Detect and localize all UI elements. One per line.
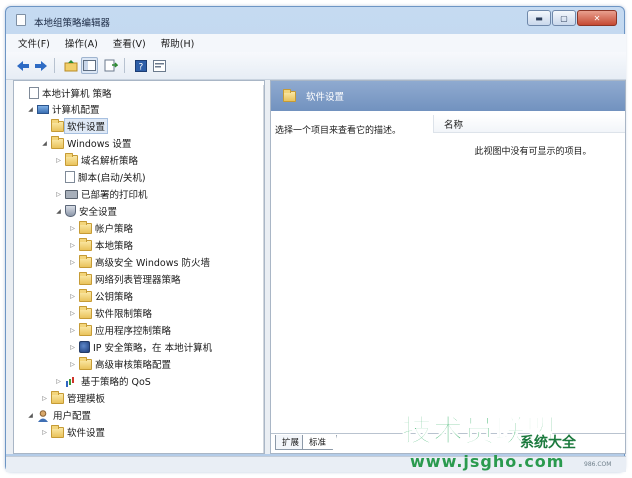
expand-arrow-icon[interactable]: ▷: [40, 395, 49, 402]
folder-icon: [79, 220, 92, 234]
folder-icon: [79, 288, 92, 302]
menu-action[interactable]: 操作(A): [65, 36, 98, 50]
tree-item-advanced-audit[interactable]: ▷ 高级审核策略配置: [68, 356, 171, 372]
collapse-arrow-icon[interactable]: ◢: [54, 208, 63, 215]
tree-item-software-settings[interactable]: 软件设置: [40, 118, 109, 134]
close-button[interactable]: ✕: [577, 10, 617, 26]
up-folder-icon[interactable]: [62, 57, 79, 74]
expand-arrow-icon[interactable]: ▷: [68, 344, 77, 351]
tab-standard[interactable]: 标准: [302, 435, 338, 450]
tree-item-software-restriction[interactable]: ▷ 软件限制策略: [68, 305, 152, 321]
expand-arrow-icon[interactable]: ▷: [68, 242, 77, 249]
computer-icon: [37, 104, 49, 114]
menu-help[interactable]: 帮助(H): [161, 36, 195, 50]
tree-item-computer-config[interactable]: ◢ 计算机配置: [26, 101, 100, 117]
collapse-arrow-icon[interactable]: ◢: [26, 106, 35, 113]
tree-item-deployed-printers[interactable]: ▷ 已部署的打印机: [54, 186, 148, 202]
ip-security-icon: [79, 341, 90, 353]
status-bar: [6, 456, 626, 472]
folder-icon: [79, 254, 92, 268]
tree-item-app-control-policy[interactable]: ▷ 应用程序控制策略: [68, 322, 171, 338]
tree-item-ip-security-policy[interactable]: ▷ IP 安全策略，在 本地计算机: [68, 339, 212, 355]
expand-arrow-icon[interactable]: ▷: [54, 378, 63, 385]
tree-scrollbar[interactable]: [263, 85, 264, 453]
folder-icon: [51, 424, 64, 438]
expand-arrow-icon[interactable]: ▷: [68, 361, 77, 368]
detail-title: 软件设置: [306, 92, 345, 103]
content-area: 本地计算机 策略 ◢ 计算机配置 软件设置 ◢ Windows 设置 ▷ 域名解…: [6, 80, 626, 454]
expand-arrow-icon[interactable]: ▷: [40, 429, 49, 436]
script-doc-icon: [65, 171, 75, 183]
printer-icon: [65, 189, 78, 199]
tree-item-user-config[interactable]: ◢ 用户配置: [26, 407, 91, 423]
svg-text:?: ?: [138, 62, 143, 72]
user-icon: [37, 409, 50, 422]
collapse-arrow-icon[interactable]: ◢: [26, 412, 35, 419]
menu-bar: 文件(F) 操作(A) 查看(V) 帮助(H): [6, 34, 626, 52]
show-tree-icon[interactable]: [81, 57, 98, 74]
expand-arrow-icon[interactable]: ▷: [68, 310, 77, 317]
toolbar: ?: [6, 52, 626, 80]
folder-icon: [79, 322, 92, 336]
expand-arrow-icon[interactable]: ▷: [54, 157, 63, 164]
folder-icon: [51, 135, 64, 149]
tree-item-name-resolution-policy[interactable]: ▷ 域名解析策略: [54, 152, 138, 168]
expand-arrow-icon[interactable]: ▷: [68, 327, 77, 334]
detail-pane: 软件设置 选择一个项目来查看它的描述。 名称 此视图中没有可显示的项目。 扩展 …: [270, 80, 626, 454]
help-icon[interactable]: ?: [132, 57, 149, 74]
collapse-arrow-icon[interactable]: ◢: [40, 140, 49, 147]
maximize-button[interactable]: ▢: [552, 10, 576, 26]
tree-item-admin-templates[interactable]: ▷ 管理模板: [40, 390, 105, 406]
tree-item-local-policy[interactable]: ▷ 本地策略: [68, 237, 133, 253]
folder-icon: [79, 237, 92, 251]
menu-view[interactable]: 查看(V): [113, 36, 146, 50]
folder-icon: [283, 88, 296, 102]
back-arrow-icon[interactable]: [14, 57, 31, 74]
export-list-icon[interactable]: [102, 57, 119, 74]
tree-item-firewall[interactable]: ▷ 高级安全 Windows 防火墙: [68, 254, 210, 270]
minimize-button[interactable]: ▬: [527, 10, 551, 26]
forward-arrow-icon[interactable]: [32, 57, 49, 74]
properties-icon[interactable]: [151, 57, 168, 74]
policy-editor-icon: [16, 14, 26, 26]
expand-arrow-icon[interactable]: ▷: [68, 293, 77, 300]
expand-arrow-icon[interactable]: ▷: [54, 191, 63, 198]
window-title: 本地组策略编辑器: [34, 18, 111, 29]
view-tabs: 扩展 标准: [271, 433, 625, 453]
column-header-name[interactable]: 名称: [433, 115, 625, 133]
expand-arrow-icon[interactable]: ▷: [68, 259, 77, 266]
description-text: 选择一个项目来查看它的描述。: [275, 126, 402, 136]
tree-pane[interactable]: 本地计算机 策略 ◢ 计算机配置 软件设置 ◢ Windows 设置 ▷ 域名解…: [13, 80, 265, 454]
folder-icon: [79, 356, 92, 370]
expand-arrow-icon[interactable]: ▷: [68, 225, 77, 232]
tree-item-scripts[interactable]: 脚本(启动/关机): [54, 169, 146, 185]
title-bar[interactable]: 本地组策略编辑器 ▬ ▢ ✕: [6, 7, 624, 33]
tree-item-security-settings[interactable]: ◢ 安全设置: [54, 203, 117, 219]
menu-file[interactable]: 文件(F): [18, 36, 50, 50]
folder-icon: [79, 271, 92, 285]
security-shield-icon: [65, 205, 76, 217]
folder-icon: [51, 118, 64, 132]
tree-item-policy-qos[interactable]: ▷ 基于策略的 QoS: [54, 373, 151, 389]
tree-item-public-key-policy[interactable]: ▷ 公钥策略: [68, 288, 133, 304]
policy-doc-icon: [29, 87, 39, 99]
qos-chart-icon: [65, 376, 78, 387]
tree-item-user-software-settings[interactable]: ▷ 软件设置: [40, 424, 105, 440]
tree-item-account-policy[interactable]: ▷ 帐户策略: [68, 220, 133, 236]
detail-header: 软件设置: [271, 81, 625, 111]
folder-icon: [51, 390, 64, 404]
folder-icon: [65, 152, 78, 166]
folder-icon: [79, 305, 92, 319]
empty-list-message: 此视图中没有可显示的项目。: [474, 147, 592, 157]
tree-item-network-list-policy[interactable]: 网络列表管理器策略: [68, 271, 181, 287]
tree-item-windows-settings[interactable]: ◢ Windows 设置: [40, 135, 131, 151]
tree-item-local-computer-policy[interactable]: 本地计算机 策略: [18, 85, 112, 101]
